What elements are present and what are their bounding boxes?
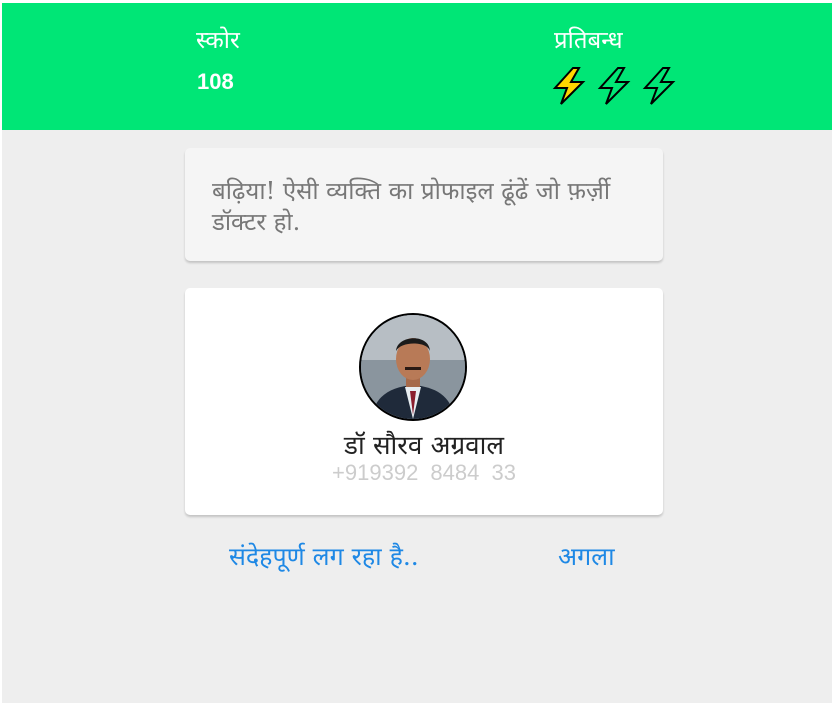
score-value: 108	[197, 69, 234, 94]
lightning-bolt-icon	[597, 67, 631, 105]
lightning-bolt-icon	[552, 67, 586, 105]
limit-label: प्रतिबन्ध	[554, 26, 623, 54]
app-screen: स्कोर 108 प्रतिबन्ध बढ़िया! ऐसी व्यक्ति …	[2, 3, 832, 703]
lives-indicator	[552, 67, 676, 105]
profile-avatar	[359, 313, 467, 421]
doctor-name: डॉ सौरव अग्रवाल	[344, 431, 504, 461]
suspicious-button[interactable]: संदेहपूर्ण लग रहा है..	[229, 539, 419, 573]
score-header: स्कोर 108 प्रतिबन्ध	[2, 3, 832, 130]
lightning-bolt-icon	[642, 67, 676, 105]
profile-photo	[361, 315, 465, 419]
doctor-phone: +919392 8484 33	[332, 460, 516, 485]
instruction-text: बढ़िया! ऐसी व्यक्ति का प्रोफाइल ढूंढें ज…	[212, 177, 611, 236]
score-label: स्कोर	[196, 26, 240, 54]
next-button[interactable]: अगला	[558, 539, 615, 573]
instruction-card: बढ़िया! ऐसी व्यक्ति का प्रोफाइल ढूंढें ज…	[185, 148, 663, 261]
profile-card[interactable]: डॉ सौरव अग्रवाल +919392 8484 33	[185, 288, 663, 515]
